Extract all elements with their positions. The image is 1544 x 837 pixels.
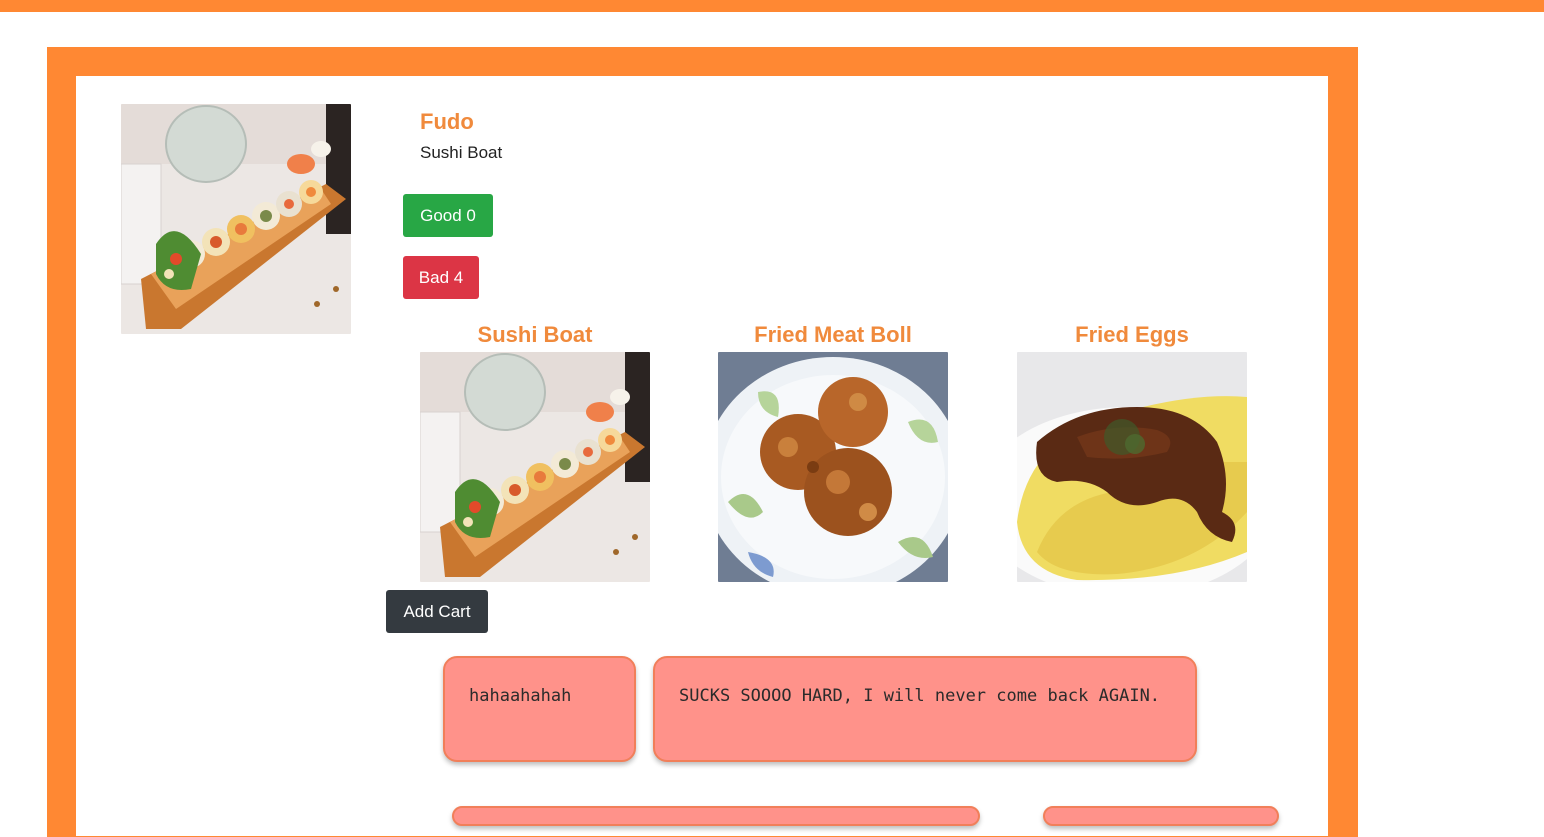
sushi-boat-photo	[121, 104, 351, 334]
fried-meatball-photo	[718, 352, 948, 582]
bad-vote-button[interactable]: Bad 4	[403, 256, 479, 299]
good-vote-button[interactable]: Good 0	[403, 194, 493, 237]
review-card: SUCKS SOOOO HARD, I will never come back…	[653, 656, 1197, 762]
omelette-photo	[1017, 352, 1247, 582]
top-accent-bar	[0, 0, 1544, 12]
dish-image	[1017, 352, 1247, 582]
dish-title: Sushi Boat	[477, 322, 593, 347]
sushi-boat-photo	[420, 352, 650, 582]
review-text: hahaahahah	[469, 686, 572, 706]
dish-title: Fried Meat Boll	[754, 322, 912, 347]
featured-dish-image	[121, 104, 351, 334]
add-cart-button[interactable]: Add Cart	[386, 590, 488, 633]
featured-dish-name: Sushi Boat	[420, 143, 503, 162]
restaurant-name: Fudo	[420, 109, 474, 134]
review-card	[1043, 806, 1279, 826]
review-text: SUCKS SOOOO HARD, I will never come back…	[679, 686, 1161, 706]
dish-image	[718, 352, 948, 582]
review-card	[452, 806, 980, 826]
dish-title: Fried Eggs	[1075, 322, 1189, 347]
dish-image	[420, 352, 650, 582]
review-card: hahaahahah	[443, 656, 636, 762]
